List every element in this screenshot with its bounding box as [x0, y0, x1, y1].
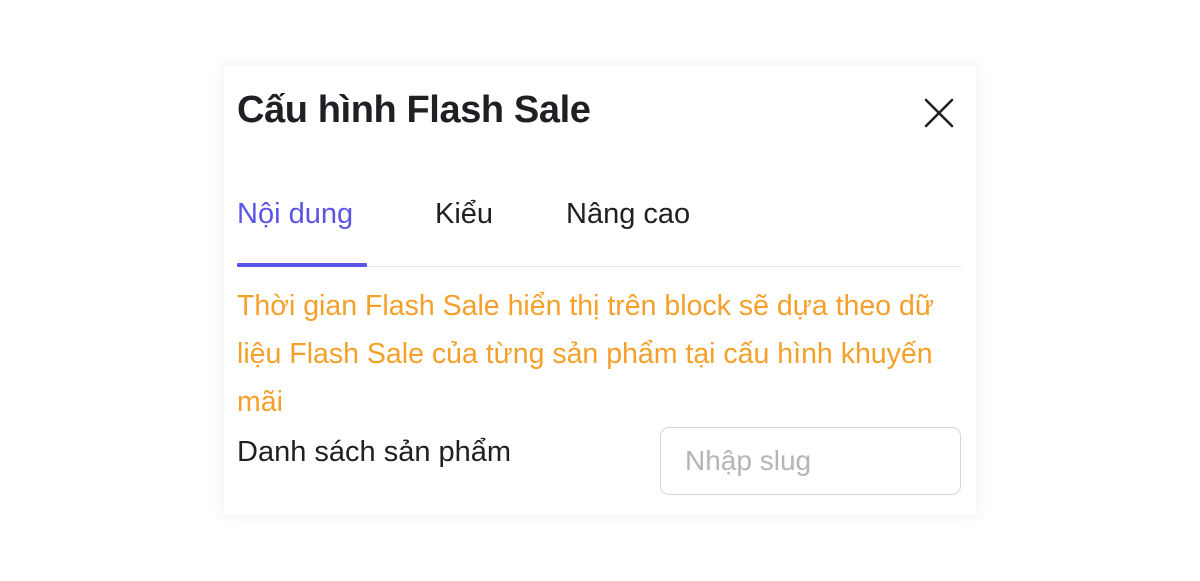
tab-nang-cao[interactable]: Nâng cao	[566, 198, 690, 231]
flash-sale-notice: Thời gian Flash Sale hiển thị trên block…	[237, 290, 934, 418]
panel-title: Cấu hình Flash Sale	[237, 89, 591, 131]
tab-kieu[interactable]: Kiểu	[435, 198, 493, 231]
tab-bar: Nội dung Kiểu Nâng cao	[237, 192, 961, 267]
active-tab-indicator	[237, 263, 367, 267]
tab-noi-dung[interactable]: Nội dung	[237, 198, 353, 231]
close-button[interactable]	[922, 96, 956, 130]
product-list-label: Danh sách sản phẩm	[237, 436, 512, 468]
flash-sale-config-panel: Cấu hình Flash Sale Nội dung Kiểu Nâng c…	[224, 66, 976, 515]
slug-input[interactable]	[660, 427, 961, 495]
close-icon	[922, 96, 956, 130]
